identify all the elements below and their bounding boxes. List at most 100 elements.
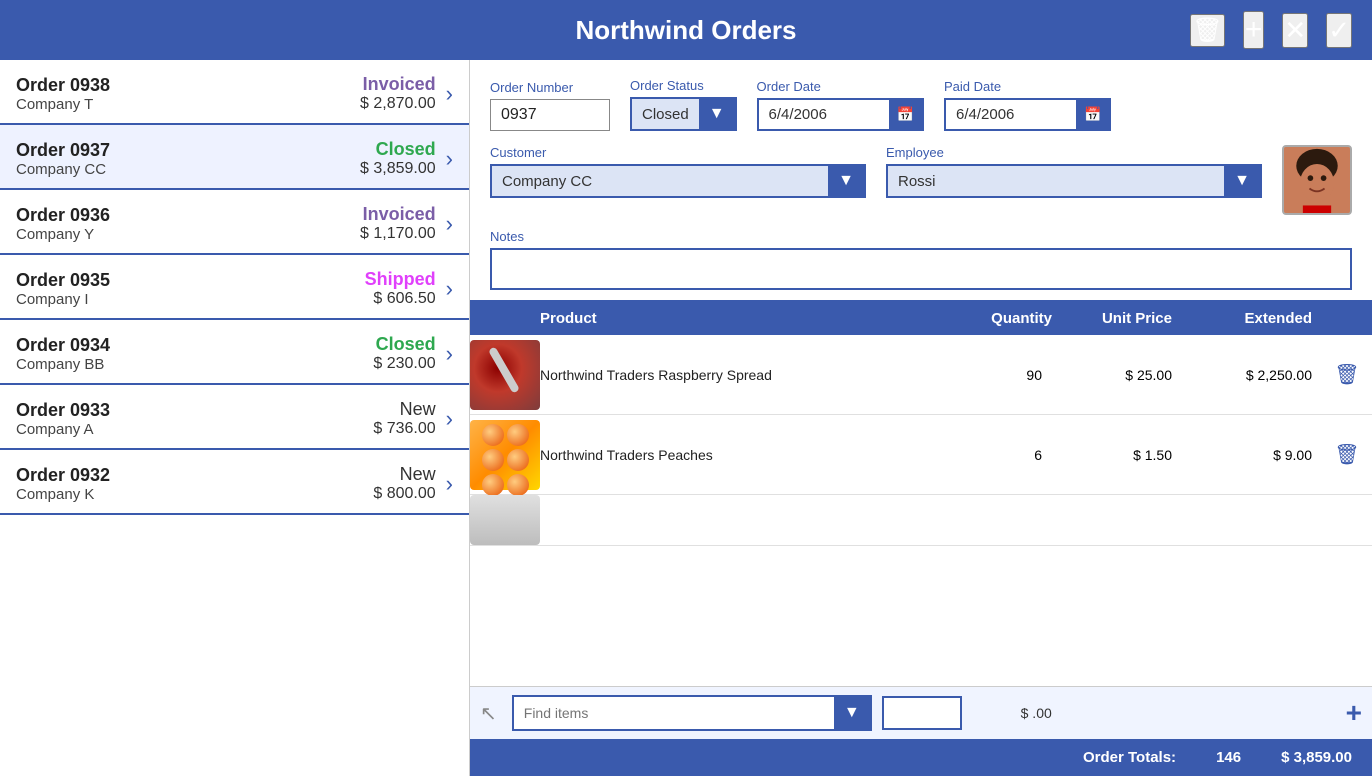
list-item[interactable]: Order 0933 Company A New $ 736.00 ›: [0, 385, 469, 450]
order-amount: $ 230.00: [316, 355, 436, 373]
product-name: Northwind Traders Peaches: [530, 447, 952, 463]
products-table-header: Product Quantity Unit Price Extended: [470, 302, 1372, 335]
form-area: Order Number Order Status Closed ▼ Order…: [470, 60, 1372, 302]
chevron-right-icon: ›: [446, 211, 453, 237]
product-unit-price: $ 25.00: [1062, 367, 1182, 383]
customer-value: Company CC: [492, 167, 828, 196]
table-row: [470, 495, 1372, 546]
employee-value: Rossi: [888, 167, 1224, 196]
col-quantity-label: Quantity: [952, 310, 1062, 327]
paid-date-input[interactable]: 📅: [944, 98, 1111, 131]
customer-label: Customer: [490, 145, 866, 160]
add-button[interactable]: +: [1243, 11, 1265, 49]
employee-photo: [1282, 145, 1352, 215]
quantity-input[interactable]: [882, 696, 962, 730]
order-company: Company K: [16, 486, 316, 503]
col-product-label: Product: [530, 310, 952, 327]
cursor-icon: ↖: [480, 701, 497, 726]
order-company: Company A: [16, 421, 316, 438]
raspberry-spread-image: [470, 340, 540, 410]
col-product-icon: [470, 310, 530, 327]
order-detail: Order Number Order Status Closed ▼ Order…: [470, 60, 1372, 776]
products-area: Product Quantity Unit Price Extended Nor…: [470, 302, 1372, 776]
order-list: Order 0938 Company T Invoiced $ 2,870.00…: [0, 60, 470, 776]
confirm-button[interactable]: ✓: [1326, 13, 1352, 48]
customer-group: Customer Company CC ▼: [490, 145, 866, 198]
order-status: New: [316, 399, 436, 420]
chevron-right-icon: ›: [446, 81, 453, 107]
find-items-input[interactable]: [514, 698, 834, 728]
order-totals-quantity: 146: [1216, 749, 1241, 766]
find-items-dropdown-btn[interactable]: ▼: [834, 697, 870, 729]
employee-group: Employee Rossi ▼: [886, 145, 1262, 198]
product-delete-button[interactable]: 🗑: [1322, 362, 1372, 387]
close-button[interactable]: ✕: [1282, 13, 1308, 48]
app-title: Northwind Orders: [575, 15, 796, 46]
order-number: Order 0933: [16, 400, 316, 421]
order-number: Order 0932: [16, 465, 316, 486]
order-number-group: Order Number: [490, 80, 610, 131]
order-number: Order 0938: [16, 75, 316, 96]
order-company: Company CC: [16, 161, 316, 178]
customer-dropdown-btn[interactable]: ▼: [828, 166, 864, 196]
order-amount: $ 606.50: [316, 290, 436, 308]
order-date-label: Order Date: [757, 79, 924, 94]
employee-select[interactable]: Rossi ▼: [886, 164, 1262, 198]
delete-button[interactable]: 🗑: [1190, 14, 1224, 47]
col-extended-label: Extended: [1182, 310, 1322, 327]
order-totals-label: Order Totals:: [1083, 749, 1176, 766]
header-icons: 🗑 + ✕ ✓: [1190, 11, 1352, 49]
chevron-right-icon: ›: [446, 341, 453, 367]
product-delete-button[interactable]: 🗑: [1322, 442, 1372, 467]
paid-date-label: Paid Date: [944, 79, 1111, 94]
order-number: Order 0936: [16, 205, 316, 226]
customer-select[interactable]: Company CC ▼: [490, 164, 866, 198]
order-status-select[interactable]: Closed ▼: [630, 97, 737, 131]
notes-group: Notes: [490, 229, 1352, 290]
order-totals: Order Totals: 146 $ 3,859.00: [470, 739, 1372, 776]
product-thumbnail: [470, 340, 530, 410]
col-unit-price-label: Unit Price: [1062, 310, 1182, 327]
table-row: Northwind Traders Raspberry Spread 90 $ …: [470, 335, 1372, 415]
order-company: Company Y: [16, 226, 316, 243]
product-thumbnail: [470, 420, 530, 490]
list-item[interactable]: Order 0937 Company CC Closed $ 3,859.00 …: [0, 125, 469, 190]
order-date-group: Order Date 📅: [757, 79, 924, 131]
notes-input[interactable]: [490, 248, 1352, 290]
employee-photo-svg: [1284, 145, 1350, 215]
form-row-1: Order Number Order Status Closed ▼ Order…: [490, 78, 1352, 131]
list-item[interactable]: Order 0935 Company I Shipped $ 606.50 ›: [0, 255, 469, 320]
order-status: Shipped: [316, 269, 436, 290]
list-item[interactable]: Order 0936 Company Y Invoiced $ 1,170.00…: [0, 190, 469, 255]
paid-date-group: Paid Date 📅: [944, 79, 1111, 131]
order-date-field[interactable]: [759, 100, 889, 129]
main-layout: Order 0938 Company T Invoiced $ 2,870.00…: [0, 60, 1372, 776]
order-date-calendar-btn[interactable]: 📅: [889, 100, 922, 129]
employee-dropdown-btn[interactable]: ▼: [1224, 166, 1260, 196]
order-status: Invoiced: [316, 74, 436, 95]
add-item-button[interactable]: +: [1346, 697, 1362, 729]
order-status: Invoiced: [316, 204, 436, 225]
list-item[interactable]: Order 0934 Company BB Closed $ 230.00 ›: [0, 320, 469, 385]
product-quantity: 6: [952, 447, 1062, 463]
order-number-label: Order Number: [490, 80, 610, 95]
order-date-input[interactable]: 📅: [757, 98, 924, 131]
table-row: Northwind Traders Peaches 6 $ 1.50 $ 9.0…: [470, 415, 1372, 495]
order-status-dropdown-btn[interactable]: ▼: [699, 99, 735, 129]
product-extended: $ 9.00: [1182, 447, 1322, 463]
order-company: Company BB: [16, 356, 316, 373]
paid-date-field[interactable]: [946, 100, 1076, 129]
list-item[interactable]: Order 0932 Company K New $ 800.00 ›: [0, 450, 469, 515]
order-company: Company T: [16, 96, 316, 113]
app-header: Northwind Orders 🗑 + ✕ ✓: [0, 0, 1372, 60]
order-status: Closed: [316, 139, 436, 160]
order-amount: $ 1,170.00: [316, 225, 436, 243]
list-item[interactable]: Order 0938 Company T Invoiced $ 2,870.00…: [0, 60, 469, 125]
order-company: Company I: [16, 291, 316, 308]
product-thumbnail: [470, 495, 530, 545]
order-amount: $ 736.00: [316, 420, 436, 438]
order-number-input[interactable]: [490, 99, 610, 131]
order-amount: $ 800.00: [316, 485, 436, 503]
order-number: Order 0934: [16, 335, 316, 356]
paid-date-calendar-btn[interactable]: 📅: [1076, 100, 1109, 129]
